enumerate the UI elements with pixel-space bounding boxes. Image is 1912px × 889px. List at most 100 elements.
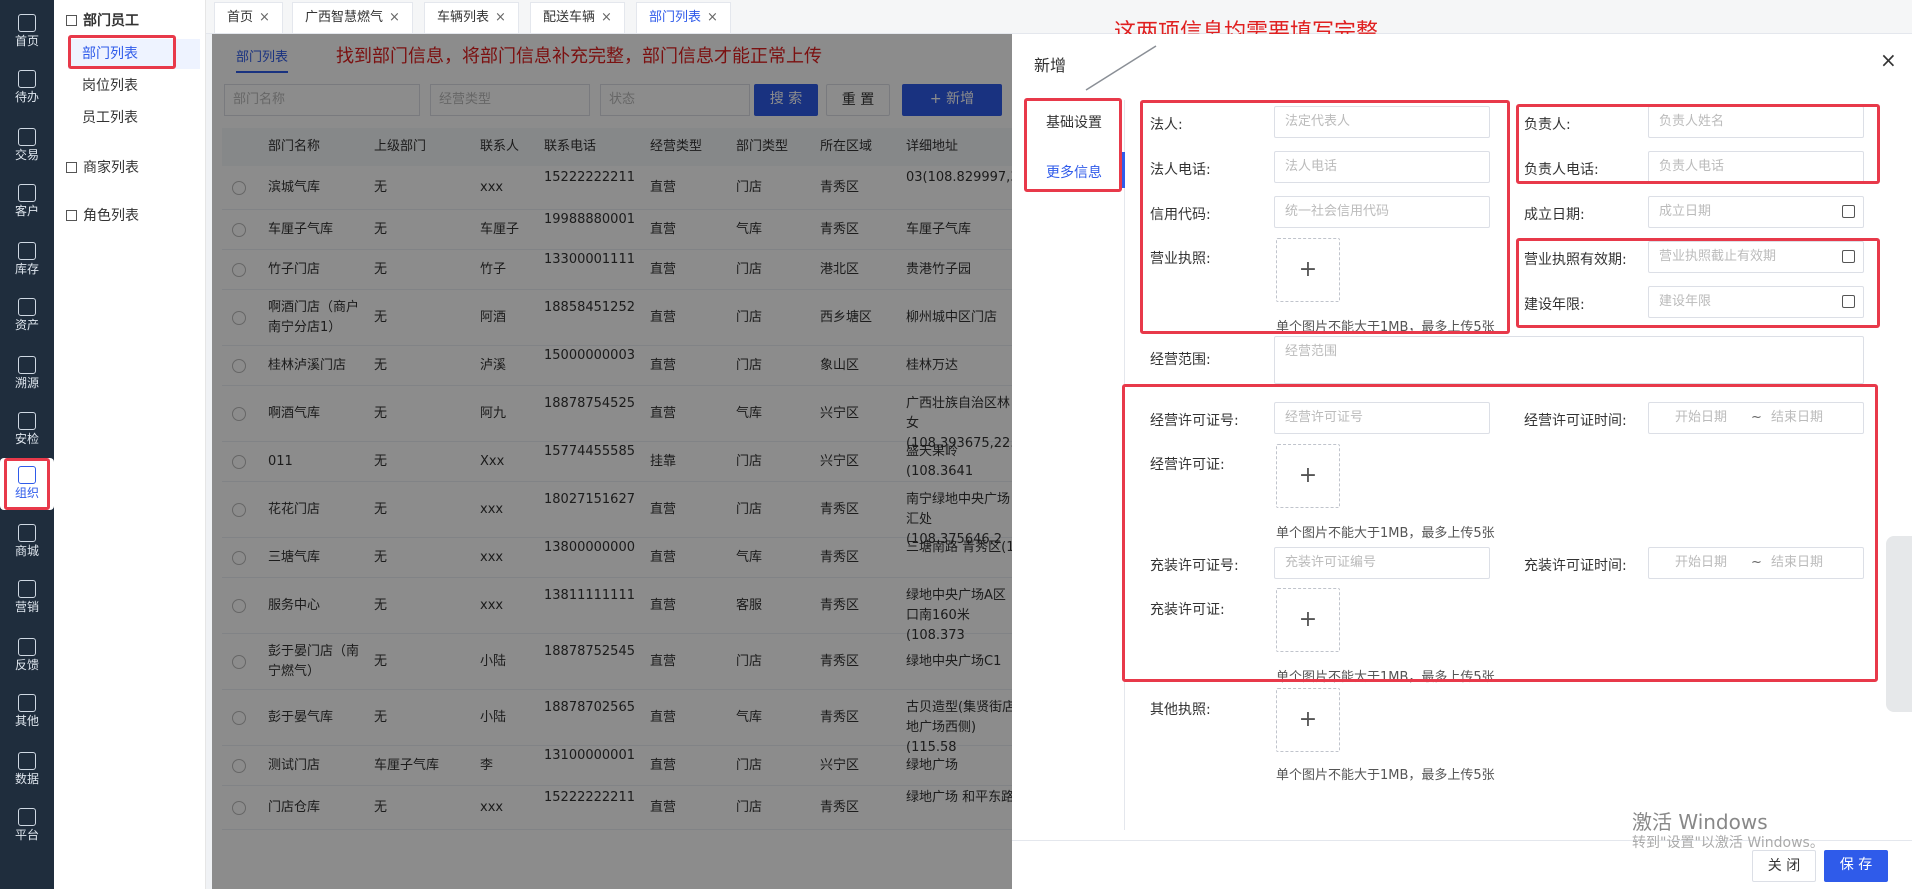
submenu-item-role-list[interactable]: 角色列表 (66, 205, 139, 225)
nav-basic-settings[interactable]: 基础设置 (1024, 98, 1124, 148)
legal-person-input[interactable]: 法定代表人 (1274, 106, 1490, 138)
calendar-icon (1842, 250, 1855, 263)
rail-item-0[interactable]: 首页 (0, 6, 54, 58)
license-valid-placeholder: 营业执照截止有效期 (1659, 249, 1777, 264)
rail-item-label: 首页 (14, 34, 39, 48)
rail-item-3[interactable]: 客户 (0, 176, 54, 228)
scope-textarea[interactable]: 经营范围 (1274, 336, 1864, 384)
save-button[interactable]: 保 存 (1824, 850, 1888, 882)
modal-overlay[interactable] (212, 34, 1012, 889)
tab-vehicle-list[interactable]: 车辆列表 × (424, 2, 519, 34)
license-valid-label: 营业执照有效期: (1524, 252, 1627, 268)
rail-item-2[interactable]: 交易 (0, 120, 54, 172)
rail-item-label: 商城 (14, 544, 39, 558)
submenu-item-merchant-list[interactable]: 商家列表 (66, 157, 139, 177)
nav-more-info[interactable]: 更多信息 (1024, 148, 1124, 198)
bulb-icon (18, 298, 36, 316)
business-license-upload[interactable]: + (1276, 238, 1340, 302)
store-icon (66, 162, 77, 173)
credit-code-label: 信用代码: (1150, 207, 1211, 223)
manager-input[interactable]: 负责人姓名 (1648, 106, 1864, 138)
tab-home[interactable]: 首页 × (214, 2, 283, 34)
fill-license-no-input[interactable]: 充装许可证编号 (1274, 547, 1490, 579)
other-license-label: 其他执照: (1150, 702, 1211, 718)
end-date: 结束日期 (1771, 555, 1824, 570)
op-license-no-input[interactable]: 经营许可证号 (1274, 402, 1490, 434)
bag-icon (18, 128, 36, 146)
rail-item-1[interactable]: 待办 (0, 62, 54, 114)
windows-watermark-sub: 转到"设置"以激活 Windows。 (1632, 835, 1824, 851)
manager-label: 负责人: (1524, 117, 1571, 133)
submenu-group-dept-staff[interactable]: 部门员工 (66, 10, 139, 30)
fill-license-label: 充装许可证: (1150, 602, 1225, 618)
tab-dept-list[interactable]: 部门列表 × (636, 2, 731, 34)
rail-item-label: 资产 (14, 318, 39, 332)
fill-license-upload[interactable]: + (1276, 588, 1340, 652)
build-years-label: 建设年限: (1524, 297, 1585, 313)
rail-item-13[interactable]: 数据 (0, 744, 54, 796)
close-icon[interactable]: × (259, 10, 270, 25)
home-icon (18, 14, 36, 32)
close-icon[interactable]: × (1880, 48, 1897, 72)
op-license-time-range[interactable]: 开始日期 ~ 结束日期 (1648, 402, 1864, 434)
role-icon (66, 210, 77, 221)
tab-label: 部门列表 (649, 10, 702, 25)
tab-gx-gas[interactable]: 广西智慧燃气 × (292, 2, 413, 34)
rail-item-8[interactable]: 组织 (0, 458, 54, 510)
close-icon[interactable]: × (707, 10, 718, 25)
build-years-picker[interactable]: 建设年限 (1648, 286, 1864, 318)
rail-item-label: 组织 (14, 486, 39, 500)
rail-item-11[interactable]: 反馈 (0, 630, 54, 682)
legal-phone-input[interactable]: 法人电话 (1274, 151, 1490, 183)
rail-item-4[interactable]: 库存 (0, 234, 54, 286)
fill-license-no-label: 充装许可证号: (1150, 558, 1239, 574)
close-icon[interactable]: × (601, 10, 612, 25)
divider (1124, 100, 1125, 830)
op-license-upload[interactable]: + (1276, 444, 1340, 508)
rail-item-10[interactable]: 营销 (0, 572, 54, 624)
found-date-picker[interactable]: 成立日期 (1648, 196, 1864, 228)
shield-icon (18, 412, 36, 430)
submenu-item-dept-list[interactable]: 部门列表 (68, 39, 200, 69)
annotation-arrow (1085, 45, 1157, 91)
tab-label: 首页 (227, 10, 254, 25)
submenu-group-label: 部门员工 (83, 13, 139, 29)
upload-hint: 单个图片不能大于1MB，最多上传5张 (1276, 526, 1495, 541)
windows-watermark: 激活 Windows (1632, 810, 1768, 834)
drawer-side-nav: 基础设置 更多信息 (1024, 98, 1124, 198)
op-license-label: 经营许可证: (1150, 457, 1225, 473)
submenu-item-staff-list[interactable]: 员工列表 (68, 103, 200, 133)
todo-icon (18, 70, 36, 88)
nav-active-indicator (1122, 152, 1125, 188)
id-card-icon (18, 184, 36, 202)
drawer-title: 新增 (1034, 56, 1067, 75)
rail-item-6[interactable]: 溯源 (0, 348, 54, 400)
end-date: 结束日期 (1771, 410, 1824, 425)
close-icon[interactable]: × (389, 10, 400, 25)
rail-item-7[interactable]: 安检 (0, 404, 54, 456)
close-button[interactable]: 关 闭 (1752, 850, 1816, 882)
credit-code-input[interactable]: 统一社会信用代码 (1274, 196, 1490, 228)
legal-phone-label: 法人电话: (1150, 162, 1211, 178)
rail-item-label: 安检 (14, 432, 39, 446)
tab-delivery-vehicle[interactable]: 配送车辆 × (530, 2, 625, 34)
tab-label: 配送车辆 (543, 10, 596, 25)
floating-toolbar[interactable] (1886, 536, 1912, 712)
range-sep: ~ (1751, 410, 1762, 425)
license-valid-picker[interactable]: 营业执照截止有效期 (1648, 241, 1864, 273)
rail-item-label: 数据 (14, 772, 39, 786)
rail-item-label: 待办 (14, 90, 39, 104)
rail-item-9[interactable]: 商城 (0, 516, 54, 568)
tab-label: 广西智慧燃气 (305, 10, 384, 25)
calendar-icon (1842, 205, 1855, 218)
org-icon (66, 15, 77, 26)
inventory-icon (18, 242, 36, 260)
submenu-item-post-list[interactable]: 岗位列表 (68, 71, 200, 101)
rail-item-5[interactable]: 资产 (0, 290, 54, 342)
manager-phone-input[interactable]: 负责人电话 (1648, 151, 1864, 183)
close-icon[interactable]: × (495, 10, 506, 25)
other-license-upload[interactable]: + (1276, 688, 1340, 752)
rail-item-12[interactable]: 其他 (0, 686, 54, 738)
fill-license-time-range[interactable]: 开始日期 ~ 结束日期 (1648, 547, 1864, 579)
rail-item-14[interactable]: 平台 (0, 800, 54, 852)
